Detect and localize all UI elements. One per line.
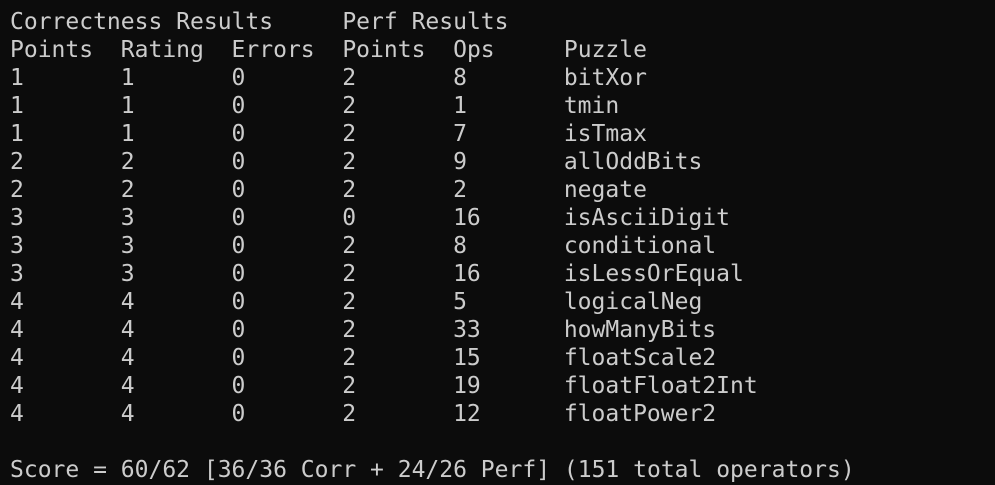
cell-perf-points: 2: [342, 289, 357, 315]
cell-errors: 0: [231, 65, 246, 91]
cell-ops: 8: [453, 233, 467, 259]
cell-points: 1: [10, 65, 24, 91]
table-row: 1 1 0 2 8 bitXor: [10, 64, 995, 92]
header-line-columns: Points Rating Errors Points Ops Puzzle: [10, 37, 647, 63]
table-row: 2 2 0 2 2 negate: [10, 176, 995, 204]
cell-ops: 1: [453, 93, 467, 119]
table-row: 1 1 0 2 1 tmin: [10, 92, 995, 120]
cell-perf-points: 2: [342, 261, 357, 287]
cell-rating: 4: [120, 401, 135, 427]
cell-puzzle: tmin: [563, 93, 620, 119]
cell-rating: 2: [120, 177, 135, 203]
cell-errors: 0: [231, 345, 246, 371]
cell-ops: 2: [453, 177, 467, 203]
cell-errors: 0: [231, 289, 246, 315]
cell-points: 4: [10, 401, 24, 427]
cell-rating: 4: [120, 345, 135, 371]
cell-points: 4: [10, 345, 24, 371]
cell-ops: 19: [453, 373, 481, 399]
cell-points: 1: [10, 121, 24, 147]
cell-perf-points: 2: [342, 93, 357, 119]
results-table: 1 1 0 2 8 bitXor 1 1 0 2 1 tmin 1 1 0 2 7 isTmax 2 2 0 2 9 allO…: [10, 64, 995, 428]
score-summary: Score = 60/62 [36/36 Corr + 24/26 Perf] …: [10, 457, 855, 483]
cell-ops: 16: [453, 261, 481, 287]
cell-perf-points: 2: [342, 401, 357, 427]
cell-errors: 0: [231, 149, 246, 175]
cell-perf-points: 2: [342, 233, 357, 259]
table-row: 4 4 0 2 12 floatPower2: [10, 400, 995, 428]
cell-ops: 7: [453, 121, 467, 147]
cell-ops: 8: [453, 65, 467, 91]
cell-points: 3: [10, 261, 24, 287]
cell-errors: 0: [231, 205, 246, 231]
cell-puzzle: conditional: [563, 233, 717, 259]
header-line-results: Correctness Results Perf Results: [10, 9, 509, 35]
cell-ops: 12: [453, 401, 481, 427]
cell-errors: 0: [231, 93, 246, 119]
cell-puzzle: isAsciiDigit: [563, 205, 730, 231]
table-row: 3 3 0 2 8 conditional: [10, 232, 995, 260]
cell-ops: 5: [453, 289, 467, 315]
cell-errors: 0: [231, 261, 246, 287]
cell-puzzle: floatFloat2Int: [563, 373, 758, 399]
cell-points: 4: [10, 289, 24, 315]
table-row: 1 1 0 2 7 isTmax: [10, 120, 995, 148]
cell-rating: 2: [120, 149, 135, 175]
cell-perf-points: 2: [342, 65, 357, 91]
cell-perf-points: 2: [342, 373, 357, 399]
cell-ops: 33: [453, 317, 481, 343]
cell-rating: 3: [120, 205, 135, 231]
cell-ops: 9: [453, 149, 467, 175]
cell-points: 4: [10, 317, 24, 343]
cell-perf-points: 2: [342, 317, 357, 343]
cell-puzzle: allOddBits: [563, 149, 703, 175]
table-row: 4 4 0 2 19 floatFloat2Int: [10, 372, 995, 400]
cell-points: 4: [10, 373, 24, 399]
cell-puzzle: logicalNeg: [563, 289, 703, 315]
cell-rating: 4: [120, 289, 135, 315]
cell-rating: 1: [120, 121, 135, 147]
cell-puzzle: howManyBits: [563, 317, 717, 343]
cell-errors: 0: [231, 401, 246, 427]
cell-puzzle: isTmax: [563, 121, 647, 147]
cell-perf-points: 2: [342, 177, 357, 203]
table-row: 3 3 0 0 16 isAsciiDigit: [10, 204, 995, 232]
cell-errors: 0: [231, 233, 246, 259]
cell-puzzle: isLessOrEqual: [563, 261, 744, 287]
cell-rating: 3: [120, 233, 135, 259]
cell-rating: 3: [120, 261, 135, 287]
cell-puzzle: bitXor: [563, 65, 647, 91]
cell-rating: 1: [120, 65, 135, 91]
cell-perf-points: 0: [342, 205, 357, 231]
cell-perf-points: 2: [342, 121, 357, 147]
cell-errors: 0: [231, 317, 246, 343]
cell-puzzle: floatPower2: [563, 401, 717, 427]
cell-points: 3: [10, 233, 24, 259]
cell-puzzle: floatScale2: [563, 345, 717, 371]
cell-points: 1: [10, 93, 24, 119]
table-row: 3 3 0 2 16 isLessOrEqual: [10, 260, 995, 288]
terminal-window[interactable]: Correctness Results Perf Results Points …: [0, 0, 995, 485]
cell-points: 2: [10, 149, 24, 175]
table-row: 4 4 0 2 15 floatScale2: [10, 344, 995, 372]
cell-points: 2: [10, 177, 24, 203]
cell-errors: 0: [231, 177, 246, 203]
cell-puzzle: negate: [563, 177, 647, 203]
cell-rating: 4: [120, 317, 135, 343]
cell-errors: 0: [231, 373, 246, 399]
cell-perf-points: 2: [342, 149, 357, 175]
table-row: 2 2 0 2 9 allOddBits: [10, 148, 995, 176]
table-row: 4 4 0 2 5 logicalNeg: [10, 288, 995, 316]
cell-errors: 0: [231, 121, 246, 147]
cell-rating: 1: [120, 93, 135, 119]
cell-rating: 4: [120, 373, 135, 399]
cell-points: 3: [10, 205, 24, 231]
cell-ops: 15: [453, 345, 481, 371]
cell-perf-points: 2: [342, 345, 357, 371]
cell-ops: 16: [453, 205, 481, 231]
table-row: 4 4 0 2 33 howManyBits: [10, 316, 995, 344]
